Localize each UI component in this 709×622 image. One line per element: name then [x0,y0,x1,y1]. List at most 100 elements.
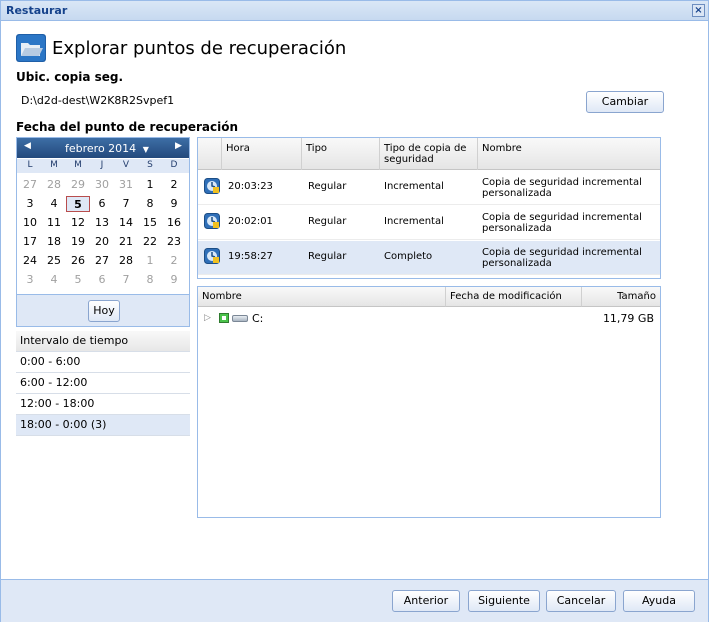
calendar-day[interactable]: 10 [18,215,42,231]
calendar-day[interactable]: 8 [138,196,162,212]
backup-type-cell: Incremental [384,181,444,192]
time-cell: 20:02:01 [228,216,273,227]
column-header[interactable]: Nombre [198,287,446,307]
calendar-day[interactable]: 24 [18,253,42,269]
calendar-day-names: L M M J V S D [17,159,189,173]
backup-type-cell: Incremental [384,216,444,227]
column-header[interactable]: Tamaño [582,287,660,307]
file-name-cell: C: [252,312,264,325]
table-row[interactable]: 19:58:27 Regular Completo Copia de segur… [198,241,660,275]
column-header[interactable]: Tipo de copia de seguridad [380,138,478,170]
name-cell: Copia de seguridad incremental personali… [482,247,642,269]
calendar-day[interactable]: 6 [90,196,114,212]
calendar-day[interactable]: 9 [162,272,186,288]
calendar-day[interactable]: 13 [90,215,114,231]
calendar-day[interactable]: 23 [162,234,186,250]
icon-column-header [198,138,222,170]
right-triangle-icon[interactable]: ▶ [175,141,182,151]
change-button[interactable]: Cambiar [586,91,664,113]
calendar-day[interactable]: 15 [138,215,162,231]
previous-button[interactable]: Anterior [392,590,460,612]
next-button[interactable]: Siguiente [468,590,540,612]
today-button[interactable]: Hoy [88,300,120,322]
type-cell: Regular [308,216,347,227]
close-icon[interactable]: × [692,4,705,17]
name-cell: Copia de seguridad incremental personali… [482,212,642,234]
calendar-day[interactable]: 2 [162,253,186,269]
recovery-point-icon [204,248,220,264]
calendar-day[interactable]: 4 [42,272,66,288]
checkbox[interactable] [219,313,229,323]
calendar-day[interactable]: 3 [18,196,42,212]
table-row[interactable]: ▷ C: 11,79 GB [198,308,660,330]
calendar-day[interactable]: 1 [138,177,162,193]
calendar-day[interactable]: 18 [42,234,66,250]
table-row[interactable]: 20:03:23 Regular Incremental Copia de se… [198,171,660,205]
day-name: M [50,160,58,170]
calendar-day[interactable]: 25 [42,253,66,269]
column-header[interactable]: Tipo [302,138,380,170]
table-row[interactable]: 20:02:01 Regular Incremental Copia de se… [198,206,660,240]
calendar-day[interactable]: 5 [66,196,90,212]
recovery-date-label: Fecha del punto de recuperación [16,120,239,134]
file-size-cell: 11,79 GB [602,312,654,325]
column-header[interactable]: Fecha de modificación [446,287,582,307]
page-title: Explorar puntos de recuperación [52,38,347,59]
calendar-day[interactable]: 26 [66,253,90,269]
list-item[interactable]: 18:00 - 0:00 (3) [16,415,190,436]
type-cell: Regular [308,251,347,262]
day-name: S [147,160,153,170]
calendar-month[interactable]: febrero 2014 ▼ [65,142,149,155]
calendar-day[interactable]: 22 [138,234,162,250]
grid-header: Hora Tipo Tipo de copia de seguridad Nom… [198,138,660,170]
calendar-day[interactable]: 5 [66,272,90,288]
window-title: Restaurar [6,4,68,17]
calendar-day[interactable]: 7 [114,196,138,212]
calendar-month-label: febrero 2014 [65,142,137,155]
calendar-day[interactable]: 31 [114,177,138,193]
list-item[interactable]: 12:00 - 18:00 [16,394,190,415]
calendar-day[interactable]: 9 [162,196,186,212]
title-bar: Restaurar × [1,1,708,21]
cancel-button[interactable]: Cancelar [546,590,616,612]
calendar-day[interactable]: 30 [90,177,114,193]
backup-location-path: D:\d2d-dest\W2K8R2Svpef1 [21,94,175,107]
calendar-day[interactable]: 11 [42,215,66,231]
recovery-point-icon [204,213,220,229]
calendar-day[interactable]: 29 [66,177,90,193]
calendar-day[interactable]: 21 [114,234,138,250]
calendar-day[interactable]: 20 [90,234,114,250]
calendar-day[interactable]: 1 [138,253,162,269]
calendar-day[interactable]: 28 [114,253,138,269]
calendar-day[interactable]: 6 [90,272,114,288]
column-header[interactable]: Nombre [478,138,660,170]
interval-header: Intervalo de tiempo [16,331,190,352]
time-cell: 20:03:23 [228,181,273,192]
day-name: D [170,160,178,170]
calendar-day[interactable]: 8 [138,272,162,288]
calendar-day[interactable]: 16 [162,215,186,231]
column-header[interactable]: Hora [222,138,302,170]
day-name: J [100,160,104,170]
calendar-day[interactable]: 27 [90,253,114,269]
calendar-day[interactable]: 14 [114,215,138,231]
calendar-day[interactable]: 4 [42,196,66,212]
calendar-day[interactable]: 7 [114,272,138,288]
calendar-day[interactable]: 19 [66,234,90,250]
list-item[interactable]: 0:00 - 6:00 [16,352,190,373]
help-button[interactable]: Ayuda [623,590,695,612]
backup-location-label: Ubic. copia seg. [16,70,124,84]
folder-open-icon [16,34,46,62]
calendar-day[interactable]: 17 [18,234,42,250]
expand-triangle-icon[interactable]: ▷ [204,313,211,323]
recovery-point-icon [204,178,220,194]
left-triangle-icon[interactable]: ◀ [24,141,31,151]
list-item[interactable]: 6:00 - 12:00 [16,373,190,394]
calendar-day[interactable]: 3 [18,272,42,288]
calendar-day[interactable]: 28 [42,177,66,193]
chevron-down-icon: ▼ [142,145,149,154]
day-name: M [74,160,82,170]
calendar-day[interactable]: 2 [162,177,186,193]
calendar-day[interactable]: 12 [66,215,90,231]
calendar-day[interactable]: 27 [18,177,42,193]
